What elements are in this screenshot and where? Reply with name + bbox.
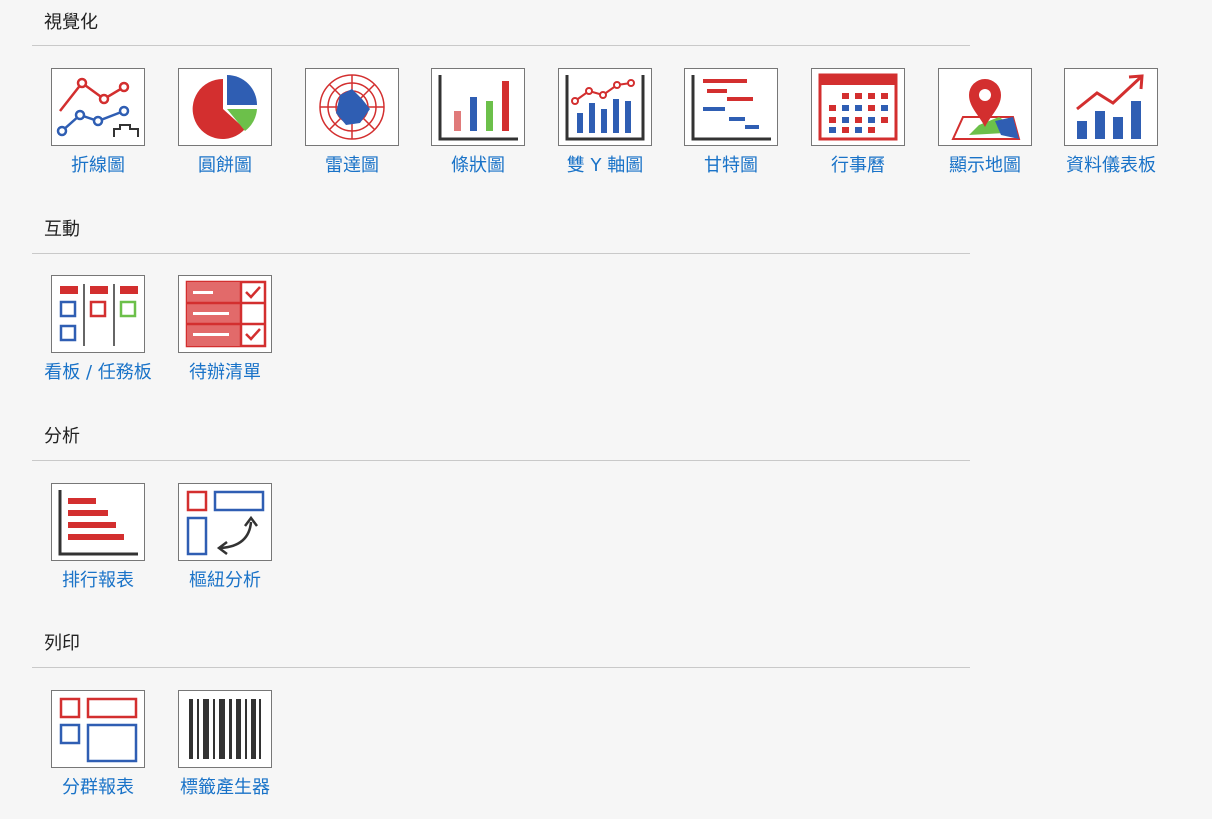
tile-group-report[interactable]: 分群報表 — [33, 690, 163, 799]
tile-label: 排行報表 — [62, 570, 134, 591]
tile-label: 雷達圖 — [325, 155, 379, 176]
pivot-table-icon — [186, 490, 265, 556]
tile-map[interactable]: 顯示地圖 — [920, 68, 1050, 177]
section-visualization: 視覺化 折線圖 圓餅圖 雷達圖 條狀圖 雙 Y 軸圖 甘特圖 行事曆 顯示地圖 … — [32, 12, 1158, 202]
calendar-icon — [818, 73, 898, 141]
tile-label: 條狀圖 — [451, 155, 505, 176]
tile-pie-chart[interactable]: 圓餅圖 — [160, 68, 290, 177]
tile-icon-box — [558, 68, 652, 146]
tile-dashboard[interactable]: 資料儀表板 — [1046, 68, 1176, 177]
tile-todo-list[interactable]: 待辦清單 — [160, 275, 290, 384]
dashboard-icon — [1076, 74, 1144, 139]
section-divider — [32, 45, 970, 46]
tile-icon-box — [811, 68, 905, 146]
section-title: 分析 — [44, 426, 80, 447]
tile-label: 行事曆 — [831, 155, 885, 176]
group-report-icon — [59, 697, 138, 763]
section-title: 視覺化 — [44, 12, 98, 33]
tile-dual-axis-chart[interactable]: 雙 Y 軸圖 — [540, 68, 670, 177]
tile-bar-chart[interactable]: 條狀圖 — [413, 68, 543, 177]
tile-icon-box — [305, 68, 399, 146]
tile-icon-box — [178, 483, 272, 561]
barcode-icon — [189, 699, 261, 759]
section-divider — [32, 253, 970, 254]
ranking-report-icon — [58, 490, 138, 556]
tile-ranking-report[interactable]: 排行報表 — [33, 483, 163, 592]
tile-kanban[interactable]: 看板 / 任務板 — [33, 275, 163, 384]
gantt-chart-icon — [691, 75, 771, 141]
section-title: 互動 — [44, 219, 80, 240]
section-divider — [32, 460, 970, 461]
tile-pivot[interactable]: 樞紐分析 — [160, 483, 290, 592]
tile-icon-box — [1064, 68, 1158, 146]
tile-icon-box — [431, 68, 525, 146]
section-analysis: 分析 排行報表 樞紐分析 — [32, 426, 970, 616]
tile-gantt-chart[interactable]: 甘特圖 — [666, 68, 796, 177]
section-interaction: 互動 看板 / 任務板 待辦清單 — [32, 219, 970, 409]
tile-label: 標籤產生器 — [180, 777, 270, 798]
tile-label: 顯示地圖 — [949, 155, 1021, 176]
tile-icon-box — [938, 68, 1032, 146]
bar-chart-icon — [438, 75, 518, 141]
tile-icon-box — [178, 275, 272, 353]
section-title: 列印 — [44, 633, 80, 654]
tile-label: 甘特圖 — [704, 155, 758, 176]
tile-icon-box — [51, 690, 145, 768]
tile-label: 圓餅圖 — [198, 155, 252, 176]
tile-icon-box — [178, 690, 272, 768]
tile-label: 分群報表 — [62, 777, 134, 798]
tile-label: 雙 Y 軸圖 — [566, 155, 644, 176]
tile-icon-box — [51, 483, 145, 561]
tile-label-generator[interactable]: 標籤產生器 — [160, 690, 290, 799]
tile-label: 資料儀表板 — [1066, 155, 1156, 176]
tile-radar-chart[interactable]: 雷達圖 — [287, 68, 417, 177]
tile-calendar[interactable]: 行事曆 — [793, 68, 923, 177]
section-print: 列印 分群報表 標籤產生器 — [32, 633, 970, 819]
tile-label: 樞紐分析 — [189, 570, 261, 591]
tile-icon-box — [178, 68, 272, 146]
tile-line-chart[interactable]: 折線圖 — [33, 68, 163, 177]
map-pin-icon — [951, 79, 1021, 140]
todo-list-icon — [185, 280, 267, 348]
tile-label: 看板 / 任務板 — [44, 362, 152, 383]
radar-chart-icon — [319, 74, 385, 140]
line-chart-icon — [56, 77, 139, 137]
section-divider — [32, 667, 970, 668]
tile-icon-box — [51, 68, 145, 146]
tile-icon-box — [684, 68, 778, 146]
dual-axis-chart-icon — [565, 75, 645, 141]
tile-label: 待辦清單 — [189, 362, 261, 383]
kanban-icon — [59, 284, 138, 346]
tile-icon-box — [51, 275, 145, 353]
pie-chart-icon — [192, 75, 257, 139]
tile-label: 折線圖 — [71, 155, 125, 176]
